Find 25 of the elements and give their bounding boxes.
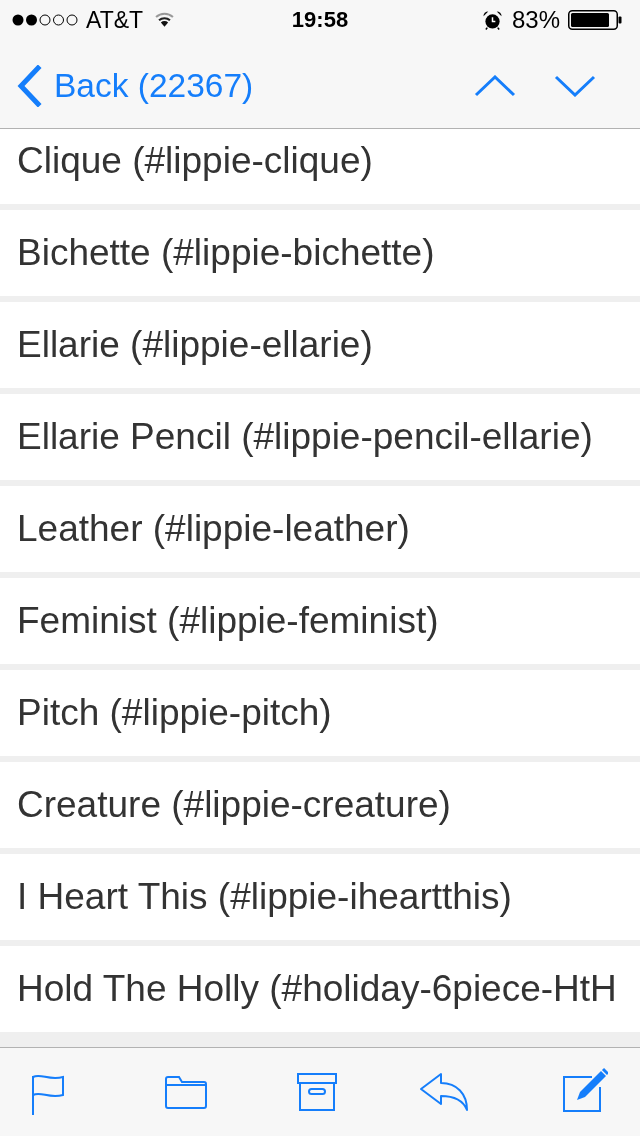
archive-box-icon[interactable] [297, 1073, 337, 1111]
chevron-left-icon [16, 65, 42, 107]
flag-icon[interactable] [31, 1073, 65, 1115]
list-item[interactable]: Clique (#lippie-clique) [0, 129, 640, 204]
list-item[interactable]: Leather (#lippie-leather) [0, 486, 640, 572]
chevron-up-icon[interactable] [474, 75, 516, 97]
chevron-down-icon[interactable] [554, 75, 596, 97]
list-item[interactable]: Pitch (#lippie-pitch) [0, 670, 640, 756]
list-item[interactable]: Feminist (#lippie-feminist) [0, 578, 640, 664]
folder-icon[interactable] [164, 1074, 208, 1110]
alarm-clock-icon [482, 10, 502, 30]
battery-icon [568, 10, 622, 30]
compose-icon[interactable] [562, 1067, 608, 1113]
list-item[interactable]: Bichette (#lippie-bichette) [0, 210, 640, 296]
reply-arrow-icon[interactable] [419, 1072, 469, 1112]
battery-percent: 83% [511, 6, 560, 34]
list-item[interactable]: Creature (#lippie-creature) [0, 762, 640, 848]
list-item[interactable]: Hold The Holly (#holiday-6piece-HtH [0, 946, 640, 1032]
list-item[interactable]: Ellarie Pencil (#lippie-pencil-ellarie) [0, 394, 640, 480]
back-button[interactable]: Back (22367) [16, 65, 254, 107]
list-item[interactable]: Ellarie (#lippie-ellarie) [0, 302, 640, 388]
clock-time: 19:58 [291, 7, 349, 33]
signal-icon [12, 14, 78, 26]
carrier-name: AT&T [86, 6, 144, 34]
list-item[interactable]: I Heart This (#lippie-iheartthis) [0, 854, 640, 940]
